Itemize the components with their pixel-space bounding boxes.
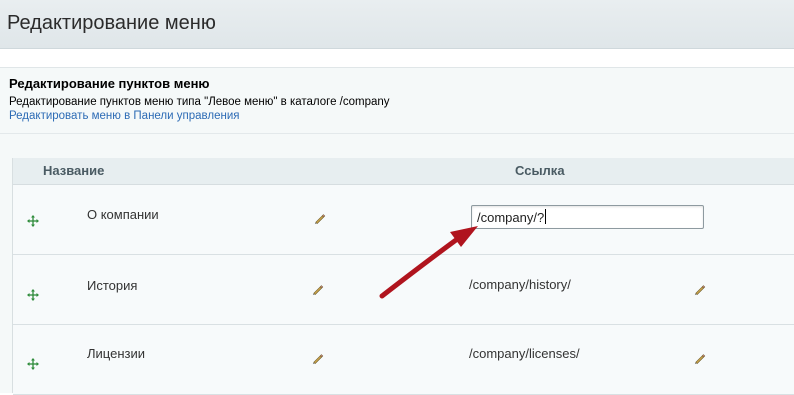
menu-item-name: История [87, 278, 138, 293]
edit-in-control-panel-link[interactable]: Редактировать меню в Панели управления [9, 110, 240, 122]
table-header: Название Ссылка [13, 158, 794, 185]
pencil-icon[interactable] [693, 352, 706, 365]
table-row: История /company/history/ [13, 255, 794, 325]
pencil-icon[interactable] [311, 283, 324, 296]
move-arrows-icon[interactable] [27, 215, 39, 227]
menu-item-name: О компании [87, 207, 159, 222]
menu-item-link: /company/licenses/ [469, 346, 580, 361]
pencil-icon[interactable] [693, 283, 706, 296]
column-header-name: Название [43, 163, 105, 178]
section-description: Редактирование пунктов меню типа "Левое … [9, 96, 390, 108]
pencil-icon[interactable] [313, 212, 326, 225]
section-title: Редактирование пунктов меню [9, 76, 210, 91]
pencil-icon[interactable] [311, 352, 324, 365]
menu-item-link: /company/history/ [469, 277, 571, 292]
move-arrows-icon[interactable] [27, 358, 39, 370]
title-bar: Редактирование меню [0, 0, 794, 49]
link-input[interactable] [471, 205, 704, 229]
move-arrows-icon[interactable] [27, 289, 39, 301]
menu-item-name: Лицензии [87, 346, 145, 361]
page-title: Редактирование меню [7, 12, 216, 34]
table-row: О компании [13, 185, 794, 255]
table-row: Лицензии /company/licenses/ [13, 325, 794, 395]
menu-items-table: Название Ссылка О компании /company/? Ис… [12, 158, 794, 395]
text-cursor [545, 209, 546, 224]
column-header-link: Ссылка [515, 163, 565, 178]
